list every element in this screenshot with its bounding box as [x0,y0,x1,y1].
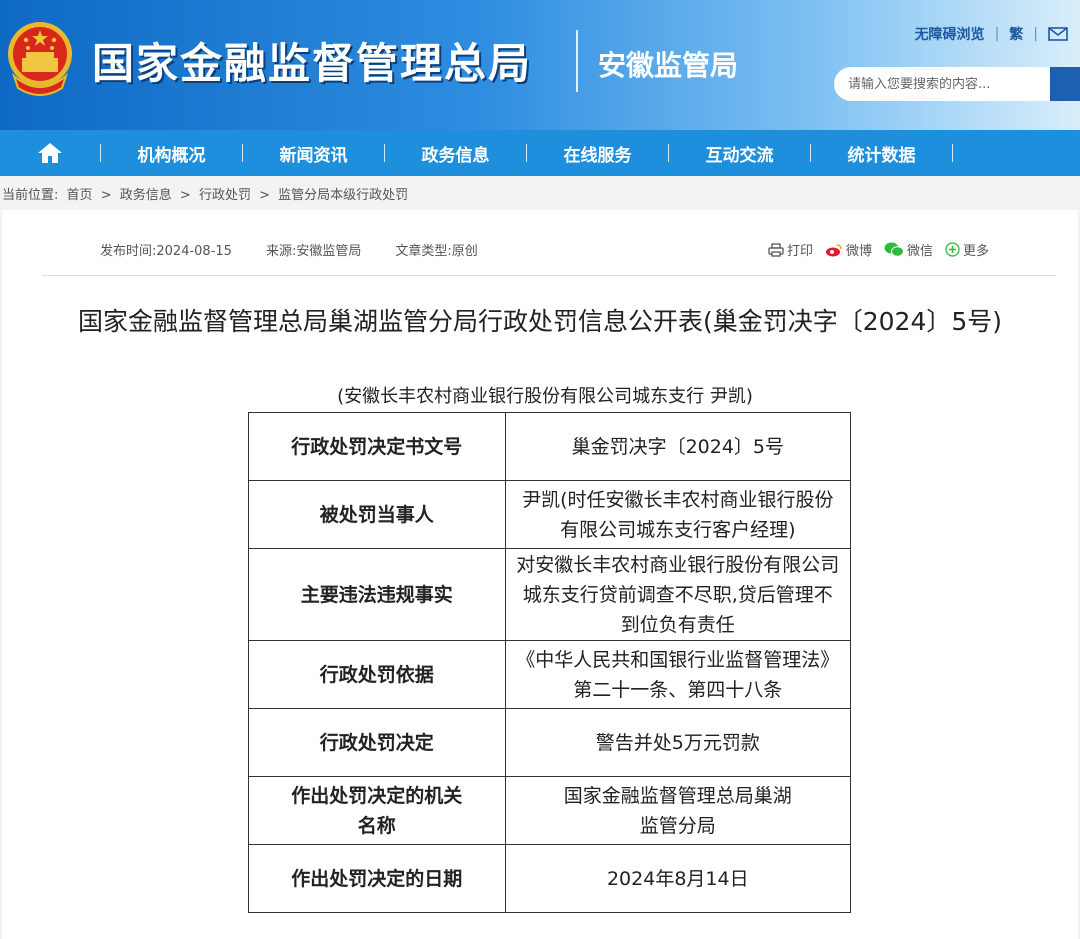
wechat-share-button[interactable]: 微信 [884,240,933,259]
traditional-chinese-link[interactable]: 繁 [1009,24,1023,44]
row-label: 作出处罚决定的机关名称 [248,776,506,845]
table-row: 行政处罚决定书文号 巢金罚决字〔2024〕5号 [248,412,852,481]
search-box [834,67,1050,101]
breadcrumb-item-government-info[interactable]: 政务信息 [120,188,172,203]
nav-item-online-service[interactable]: 在线服务 [527,130,668,176]
nav-separator [952,144,953,162]
plus-circle-icon [945,242,960,257]
home-icon [38,143,62,163]
nav-item-institution[interactable]: 机构概况 [101,130,242,176]
sub-title[interactable]: 安徽监管局 [598,44,738,84]
print-label: 打印 [787,244,814,259]
breadcrumb-item-branch-penalty[interactable]: 监管分局本级行政处罚 [278,188,408,203]
home-button[interactable] [0,130,100,176]
row-label: 作出处罚决定的日期 [248,844,506,913]
title-divider [576,30,578,92]
link-separator: | [1033,26,1038,42]
row-value: 国家金融监督管理总局巢湖监管分局 [504,776,852,845]
breadcrumb-item-penalty[interactable]: 行政处罚 [199,188,251,203]
nav-item-interaction[interactable]: 互动交流 [669,130,810,176]
share-bar: 打印 微博 微信 更多 [768,240,989,259]
nav-item-news[interactable]: 新闻资讯 [243,130,384,176]
publish-time: 发布时间:2024-08-15 [100,244,232,259]
print-button[interactable]: 打印 [768,240,813,259]
weibo-share-button[interactable]: 微博 [825,240,872,259]
document-subtitle: (安徽长丰农村商业银行股份有限公司城东支行 尹凯) [337,386,753,407]
table-row: 作出处罚决定的机关名称 国家金融监督管理总局巢湖监管分局 [248,776,852,845]
search-input[interactable] [848,76,1038,92]
breadcrumb-separator: > [100,188,112,203]
nav-item-statistics[interactable]: 统计数据 [811,130,952,176]
breadcrumb-separator: > [179,188,191,203]
table-row: 行政处罚决定 警告并处5万元罚款 [248,708,852,777]
article-type: 文章类型:原创 [395,244,478,259]
breadcrumb: 当前位置: 首页 > 政务信息 > 行政处罚 > 监管分局本级行政处罚 [2,184,412,203]
nav-item-government-info[interactable]: 政务信息 [385,130,526,176]
more-label: 更多 [963,244,990,259]
accessibility-link[interactable]: 无障碍浏览 [915,24,985,44]
table-row: 被处罚当事人 尹凯(时任安徽长丰农村商业银行股份有限公司城东支行客户经理) [248,480,852,549]
row-value: 巢金罚决字〔2024〕5号 [504,412,852,481]
divider [42,275,1056,276]
row-value: 尹凯(时任安徽长丰农村商业银行股份有限公司城东支行客户经理) [504,480,852,549]
weibo-label: 微博 [846,244,873,259]
penalty-info-table: 行政处罚决定书文号 巢金罚决字〔2024〕5号 被处罚当事人 尹凯(时任安徽长丰… [248,412,852,913]
wechat-icon [884,242,905,257]
breadcrumb-item-home[interactable]: 首页 [67,188,93,203]
wechat-label: 微信 [907,244,934,259]
main-nav: 机构概况 新闻资讯 政务信息 在线服务 互动交流 统计数据 [0,130,1080,176]
document-title: 国家金融监督管理总局巢湖监管分局行政处罚信息公开表(巢金罚决字〔2024〕5号) [77,307,1003,336]
breadcrumb-separator: > [259,188,270,203]
row-value: 警告并处5万元罚款 [504,708,852,777]
row-value: 对安徽长丰农村商业银行股份有限公司城东支行贷前调查不尽职,贷后管理不到位负有责任 [504,548,852,641]
more-share-button[interactable]: 更多 [945,240,989,259]
mail-icon[interactable] [1048,27,1068,41]
row-label: 行政处罚依据 [248,640,506,709]
printer-icon [768,242,784,257]
table-row: 作出处罚决定的日期 2024年8月14日 [248,844,852,913]
top-links: 无障碍浏览 | 繁 | [915,24,1068,44]
article-source: 来源:安徽监管局 [265,244,362,259]
row-label: 行政处罚决定书文号 [248,412,506,481]
table-row: 主要违法违规事实 对安徽长丰农村商业银行股份有限公司城东支行贷前调查不尽职,贷后… [248,548,852,641]
site-title[interactable]: 国家金融监督管理总局 [92,30,532,91]
search-button[interactable] [1050,67,1080,101]
weibo-icon [826,243,842,256]
row-value: 2024年8月14日 [504,844,852,913]
link-separator: | [994,26,1000,42]
row-label: 行政处罚决定 [248,708,506,777]
row-label: 被处罚当事人 [248,480,506,549]
row-value: 《中华人民共和国银行业监督管理法》第二十一条、第四十八条 [504,640,852,709]
national-emblem-icon [8,22,72,96]
site-header: 国家金融监督管理总局 安徽监管局 无障碍浏览 | 繁 | [0,0,1080,130]
article-meta: 发布时间:2024-08-15 来源:安徽监管局 文章类型:原创 [100,240,478,259]
breadcrumb-label: 当前位置: [2,188,59,203]
table-row: 行政处罚依据 《中华人民共和国银行业监督管理法》第二十一条、第四十八条 [248,640,852,709]
row-label: 主要违法违规事实 [248,548,506,641]
